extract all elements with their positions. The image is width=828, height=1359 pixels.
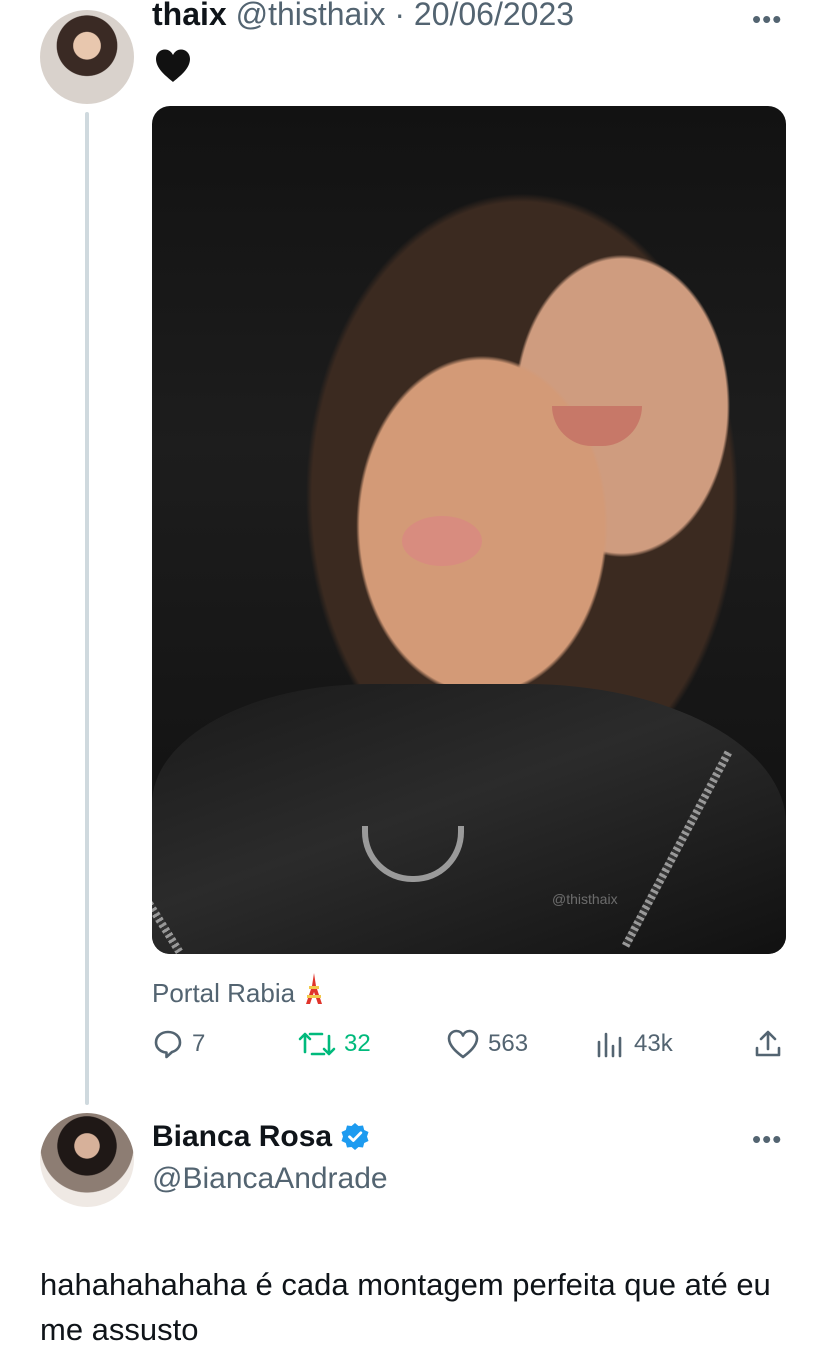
source-label[interactable]: Portal Rabia xyxy=(152,972,326,1009)
share-icon xyxy=(755,1030,781,1057)
username[interactable]: @thisthaix xyxy=(236,0,386,32)
reply-display-name: Bianca Rosa xyxy=(152,1120,333,1153)
reply-author[interactable]: Bianca Rosa xyxy=(152,1120,370,1154)
source-name: Portal Rabia xyxy=(152,978,296,1008)
retweet-button[interactable]: 32 xyxy=(298,1028,371,1060)
retweet-icon xyxy=(298,1032,336,1056)
photo-watermark: @thisthaix xyxy=(552,891,618,907)
black-heart-icon xyxy=(156,49,190,82)
photo-detail xyxy=(402,516,482,566)
share-button[interactable] xyxy=(752,1028,784,1060)
view-count: 43k xyxy=(634,1030,673,1057)
heart-icon xyxy=(447,1029,479,1059)
tweet-date[interactable]: 20/06/2023 xyxy=(414,0,574,32)
reply-button[interactable]: 7 xyxy=(152,1028,205,1060)
views-button[interactable]: 43k xyxy=(596,1028,673,1060)
like-count: 563 xyxy=(488,1030,529,1057)
avatar[interactable] xyxy=(40,10,134,104)
tweet-header: thaix @thisthaix · 20/06/2023 xyxy=(152,0,574,34)
analytics-icon xyxy=(597,1032,622,1058)
retweet-count: 32 xyxy=(344,1030,371,1057)
tweet-photo[interactable]: @thisthaix xyxy=(152,106,786,954)
more-options-icon[interactable]: ••• xyxy=(752,4,782,35)
tweet-text xyxy=(154,48,192,89)
more-options-icon[interactable]: ••• xyxy=(752,1124,782,1155)
verified-badge-icon xyxy=(341,1123,369,1150)
reply-username[interactable]: @BiancaAndrade xyxy=(152,1162,388,1196)
tokyo-tower-icon xyxy=(306,973,323,1004)
reply-icon xyxy=(154,1030,182,1059)
photo-detail xyxy=(552,406,642,446)
separator: · xyxy=(394,0,405,32)
thread-line xyxy=(85,112,89,1105)
like-button[interactable]: 563 xyxy=(446,1028,528,1060)
display-name[interactable]: thaix xyxy=(152,0,227,32)
reply-avatar[interactable] xyxy=(40,1113,134,1207)
reply-text: hahahahahaha é cada montagem perfeita qu… xyxy=(40,1267,771,1347)
reply-count: 7 xyxy=(192,1030,206,1057)
